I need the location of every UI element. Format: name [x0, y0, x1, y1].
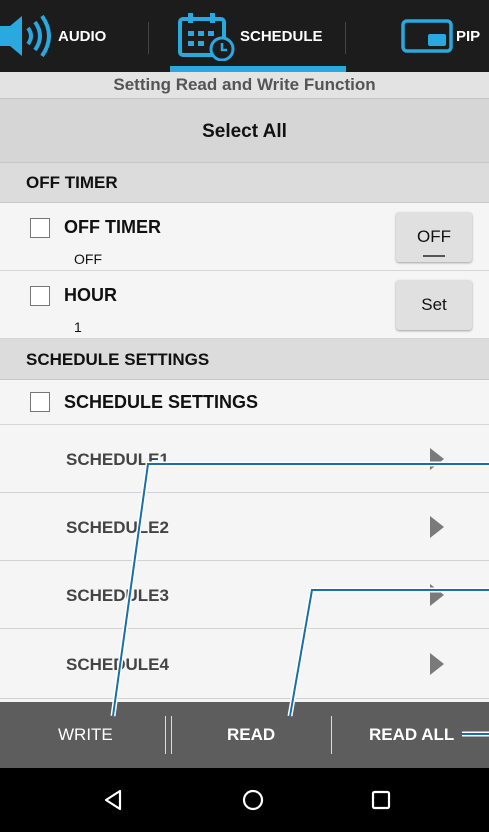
system-nav-bar [0, 768, 489, 832]
recents-icon[interactable] [356, 768, 406, 832]
home-icon[interactable] [228, 768, 278, 832]
callout-lines [110, 461, 489, 737]
back-icon[interactable] [88, 768, 138, 832]
